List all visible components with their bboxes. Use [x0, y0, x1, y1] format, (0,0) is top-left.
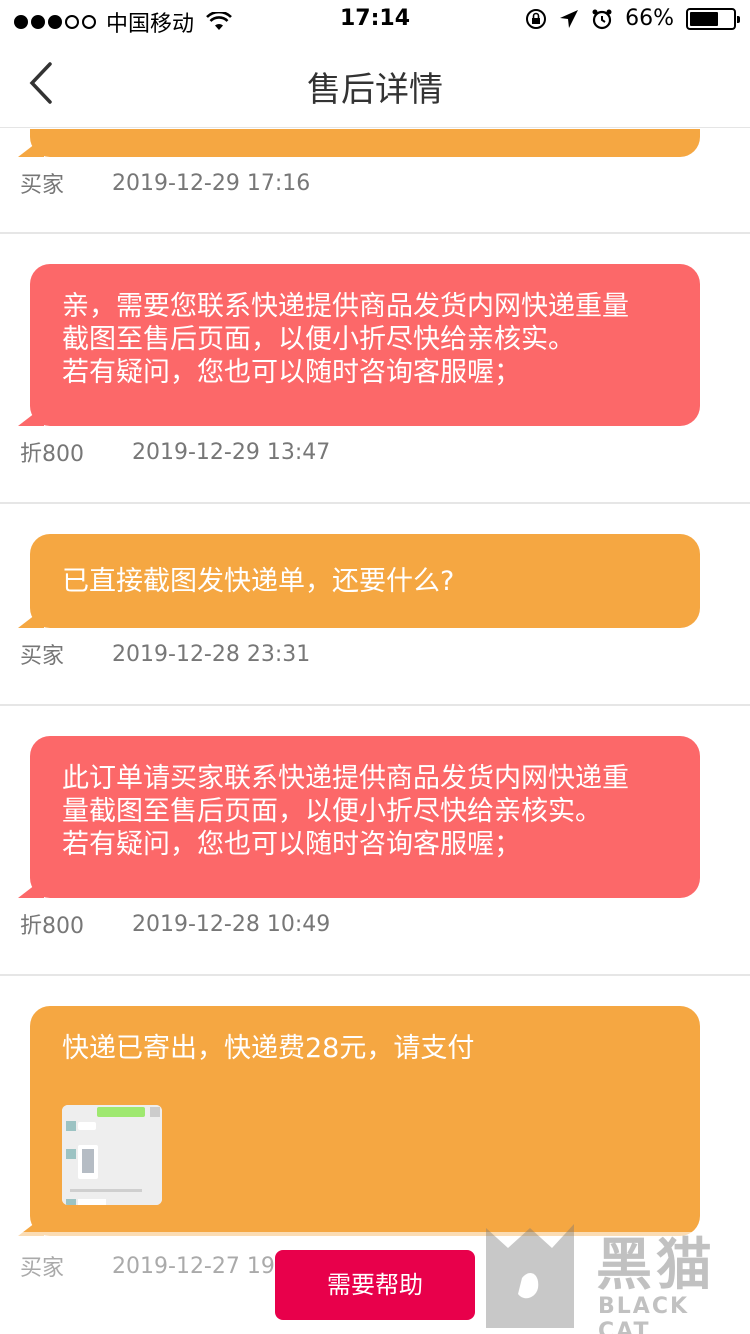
screenshot-thumbnail[interactable] — [62, 1105, 162, 1205]
message-time: 2019-12-27 19:2 — [112, 1253, 297, 1279]
battery-percentage: 66% — [625, 6, 674, 31]
message-text-line: 亲，需要您联系快递提供商品发货内网快递重量 — [62, 291, 629, 322]
message-bubble: 已直接截图发快递单，还要什么? — [30, 534, 700, 628]
message-time: 2019-12-29 17:16 — [112, 170, 311, 196]
need-help-button[interactable]: 需要帮助 — [275, 1250, 475, 1320]
message-meta: 折800 2019-12-29 13:47 — [20, 436, 330, 468]
message-time: 2019-12-28 23:31 — [112, 641, 311, 667]
message-text-line: 快递已寄出，快递费28元，请支付 — [62, 1033, 475, 1064]
message-sender: 买家 — [20, 644, 65, 669]
message-time: 2019-12-29 13:47 — [132, 439, 331, 465]
message-bubble: 此订单请买家联系快递提供商品发货内网快递重 量截图至售后页面，以便小折尽快给亲核… — [30, 736, 700, 898]
message-meta: 折800 2019-12-28 10:49 — [20, 908, 330, 940]
rotation-lock-icon — [526, 8, 547, 29]
battery-icon — [686, 7, 740, 30]
message-text-line: 截图至售后页面，以便小折尽快给亲核实。 — [62, 324, 575, 355]
message-text-line: 已直接截图发快递单，还要什么? — [62, 566, 455, 597]
divider — [0, 232, 750, 234]
divider — [0, 502, 750, 504]
page-title: 售后详情 — [307, 70, 443, 110]
message-time: 2019-12-28 10:49 — [132, 911, 331, 937]
divider — [0, 704, 750, 706]
message-meta: 买家 2019-12-29 17:16 — [20, 167, 310, 199]
message-meta: 买家 2019-12-27 19:2 — [20, 1250, 296, 1282]
message-list[interactable]: 买家 2019-12-29 17:16 亲，需要您联系快递提供商品发货内网快递重… — [0, 129, 750, 1334]
message-sender: 折800 — [20, 442, 84, 467]
message-bubble: 亲，需要您联系快递提供商品发货内网快递重量 截图至售后页面，以便小折尽快给亲核实… — [30, 264, 700, 426]
message-text-line: 若有疑问，您也可以随时咨询客服喔； — [62, 357, 521, 388]
divider — [0, 974, 750, 976]
message-text-line: 量截图至售后页面，以便小折尽快给亲核实。 — [62, 796, 602, 827]
message-bubble: 快递已寄出，快递费28元，请支付 — [30, 1006, 700, 1236]
alarm-icon — [592, 9, 612, 29]
message-sender: 折800 — [20, 914, 84, 939]
status-bar: 中国移动 17:14 66% — [0, 0, 750, 40]
message-text-line: 此订单请买家联系快递提供商品发货内网快递重 — [62, 763, 629, 794]
message-sender: 买家 — [20, 173, 65, 198]
message-text-line: 若有疑问，您也可以随时咨询客服喔； — [62, 829, 521, 860]
location-icon — [560, 9, 579, 28]
message-sender: 买家 — [20, 1256, 65, 1281]
message-bubble — [30, 129, 700, 157]
navigation-bar: 售后详情 — [0, 40, 750, 128]
message-meta: 买家 2019-12-28 23:31 — [20, 638, 310, 670]
